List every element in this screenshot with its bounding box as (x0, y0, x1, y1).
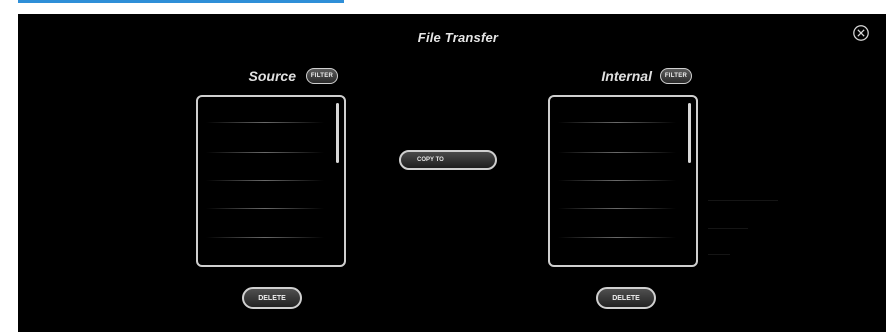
top-accent-bar (18, 0, 344, 3)
list-item[interactable] (206, 180, 324, 181)
source-delete-button[interactable]: DELETE (242, 287, 302, 309)
source-label: Source (248, 68, 296, 84)
list-item[interactable] (558, 237, 676, 238)
internal-delete-button[interactable]: DELETE (596, 287, 656, 309)
source-file-list[interactable] (196, 95, 346, 267)
internal-label: Internal (601, 68, 652, 84)
list-item[interactable] (558, 180, 676, 181)
list-item[interactable] (558, 208, 676, 209)
source-scrollbar[interactable] (336, 103, 339, 163)
close-icon (853, 25, 869, 41)
copy-to-button[interactable]: COPY TO (399, 150, 497, 170)
list-item[interactable] (206, 152, 324, 153)
internal-scrollbar[interactable] (688, 103, 691, 163)
source-filter-button[interactable]: FILTER (306, 68, 338, 84)
faint-info-line (708, 254, 730, 255)
internal-filter-button[interactable]: FILTER (660, 68, 692, 84)
window-title: File Transfer (417, 30, 499, 45)
list-item[interactable] (206, 237, 324, 238)
file-transfer-window: File Transfer Source FILTER DELETE COPY … (18, 14, 886, 332)
internal-file-list[interactable] (548, 95, 698, 267)
list-item[interactable] (558, 122, 676, 123)
list-item[interactable] (558, 152, 676, 153)
list-item[interactable] (206, 208, 324, 209)
list-item[interactable] (206, 122, 324, 123)
close-button[interactable] (851, 23, 871, 43)
faint-info-line (708, 200, 778, 201)
faint-info-line (708, 228, 748, 229)
